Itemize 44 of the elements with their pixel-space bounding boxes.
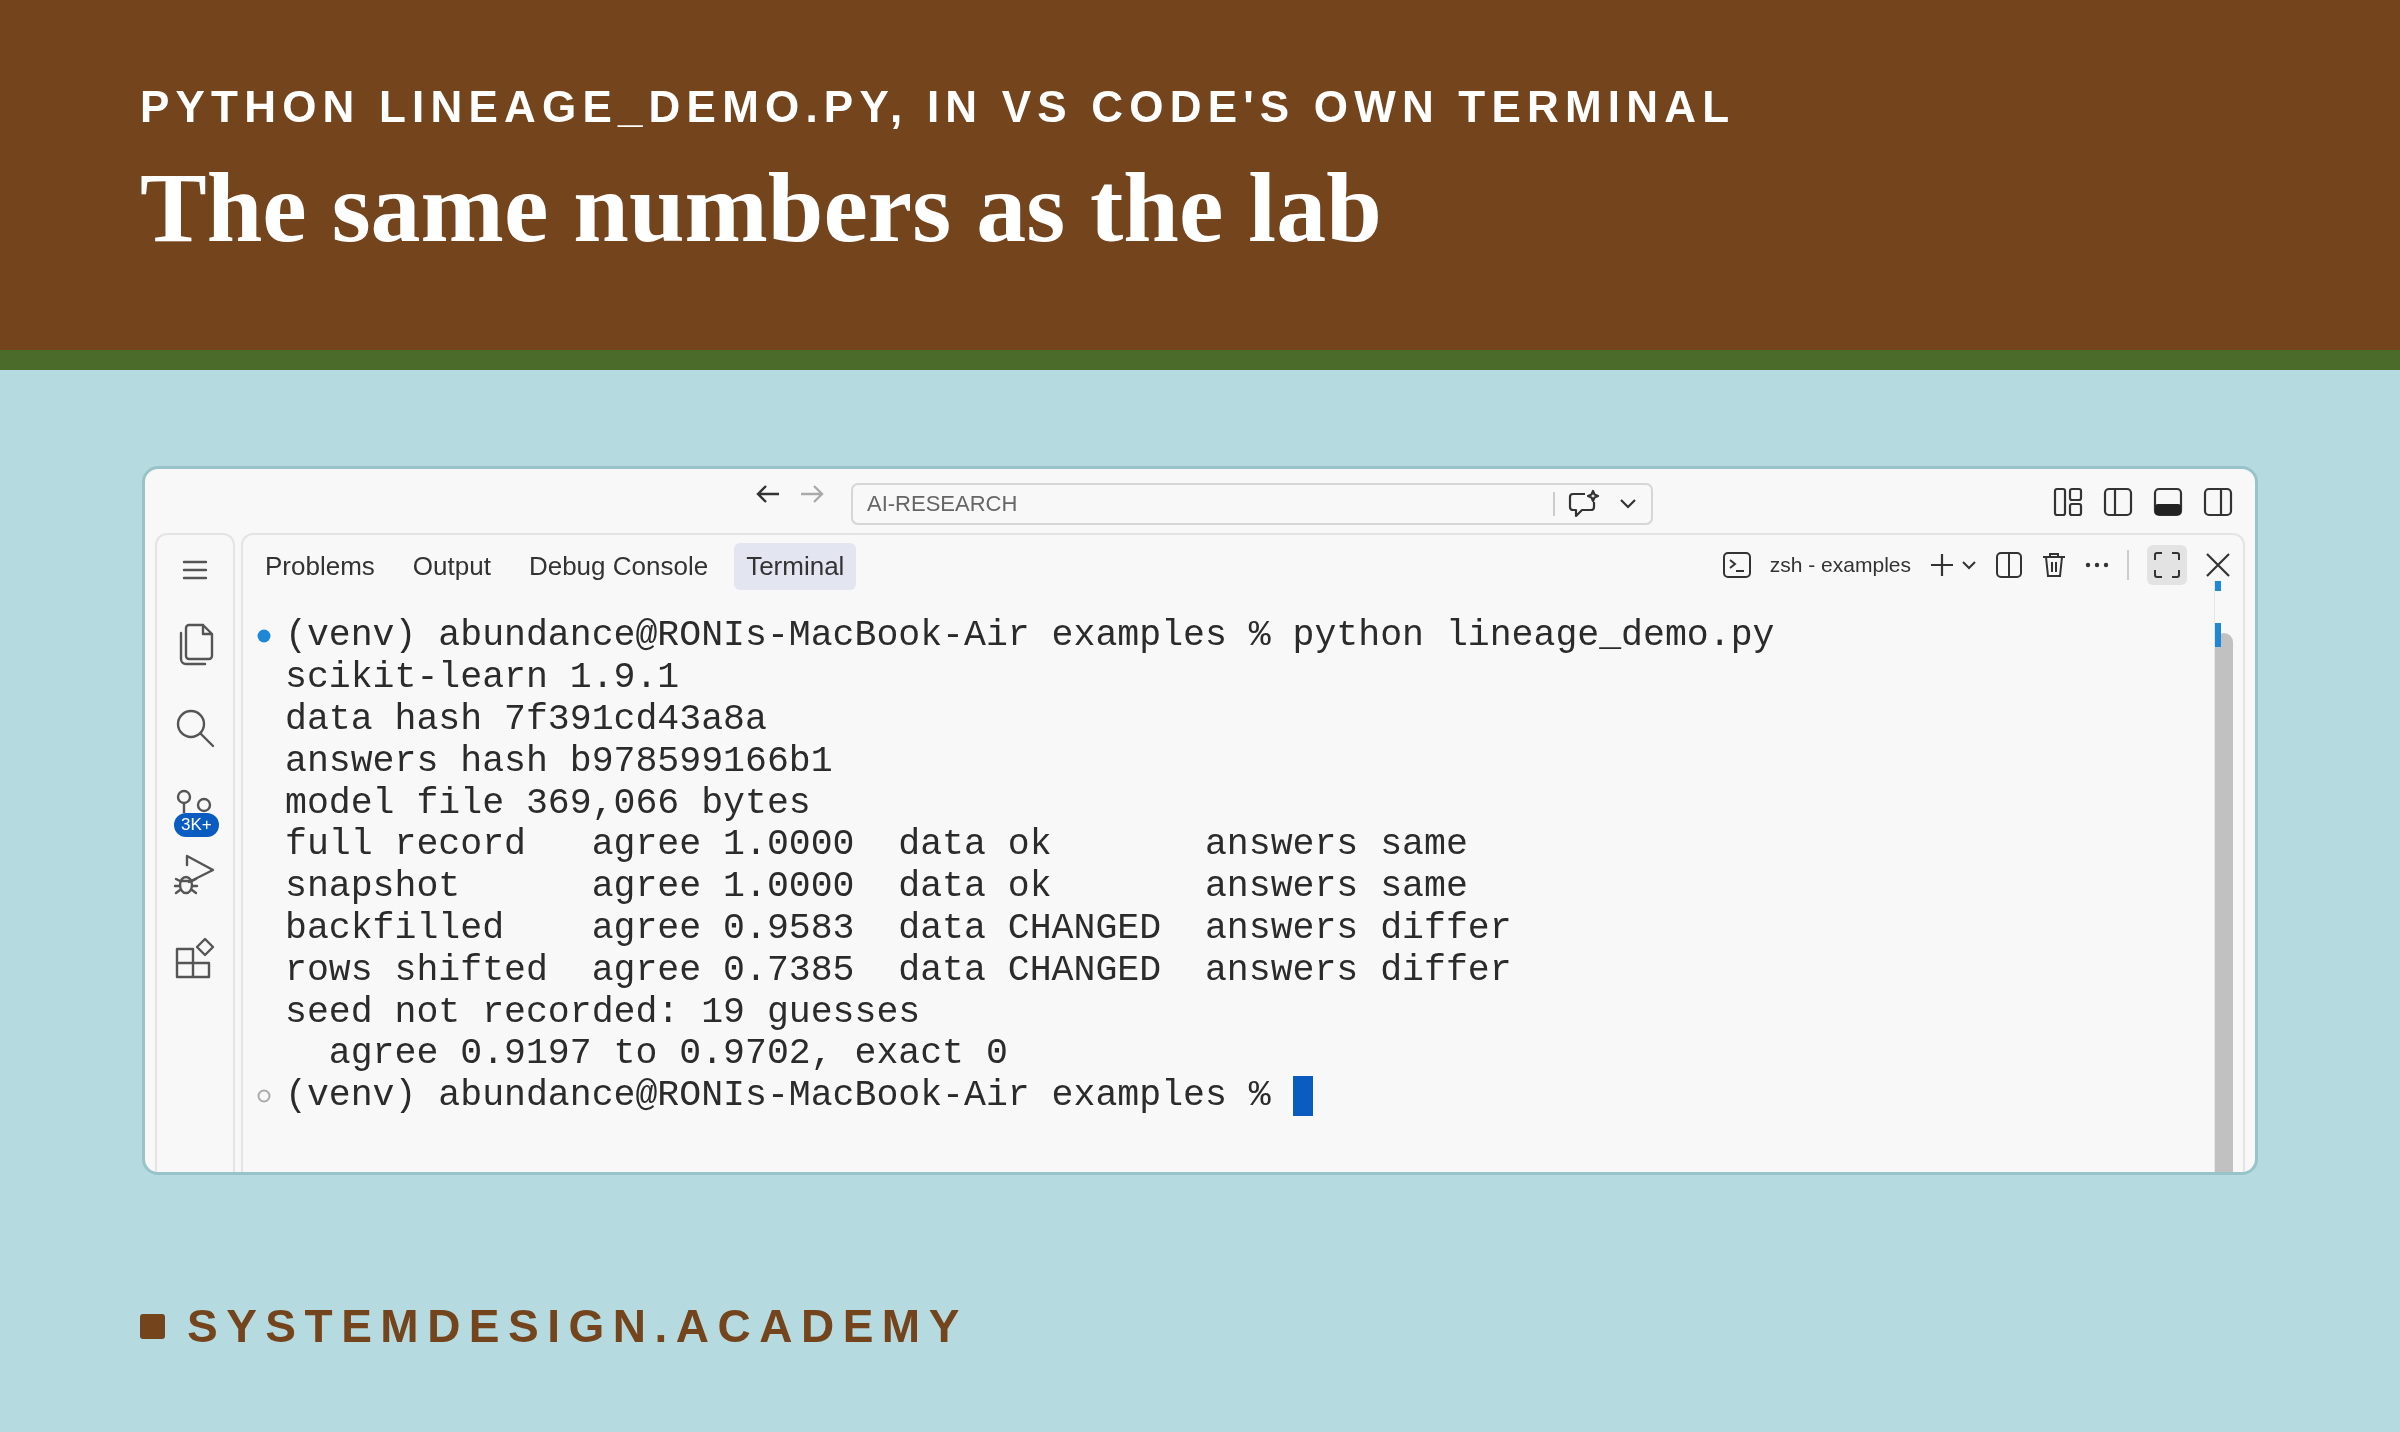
maximize-button[interactable] [2147, 545, 2187, 585]
search-icon[interactable] [174, 707, 216, 749]
split-icon[interactable] [1995, 551, 2023, 579]
page-title: The same numbers as the lab [140, 151, 1382, 265]
plus-icon[interactable] [1929, 552, 1955, 578]
terminal-line: snapshot agree 1.0000 data ok answers same [285, 866, 1468, 908]
trash-icon[interactable] [2041, 551, 2067, 579]
brand-mark-icon [140, 1313, 165, 1339]
terminal-name[interactable]: zsh - examples [1769, 553, 1911, 577]
count-badge: 3K+ [174, 813, 219, 837]
terminal-icon[interactable] [1721, 551, 1752, 579]
kicker-text: PYTHON LINEAGE_DEMO.PY, IN VS CODE'S OWN TERMINAL [140, 82, 1736, 132]
terminal-line: rows shifted agree 0.7385 data CHANGED answers differ [285, 949, 1512, 991]
run-debug-icon[interactable] [173, 853, 217, 897]
terminal-line: seed not recorded: 19 guesses [285, 991, 921, 1033]
back-arrow-icon[interactable] [755, 483, 781, 505]
scrollbar[interactable] [2214, 581, 2233, 1172]
terminal-line: (venv) abundance@RONIs-MacBook-Air examples % python lineage_demo.py [285, 615, 1775, 657]
more-icon[interactable] [2085, 562, 2109, 568]
terminal-line: data hash 7f391cd43a8a [285, 699, 767, 740]
terminal-line: model file 369,066 bytes [285, 782, 811, 824]
terminal-line: full record agree 1.0000 data ok answers same [285, 824, 1468, 866]
command-status-icon[interactable] [257, 628, 271, 643]
panel-tab[interactable]: Problems [253, 542, 387, 590]
terminal-line: backfilled agree 0.9583 data CHANGED answers differ [285, 907, 1512, 949]
chevron-down-icon[interactable] [1961, 560, 1977, 570]
left-sidebar-icon[interactable] [2103, 487, 2133, 517]
terminal-line: answers hash b978599166b1 [285, 740, 833, 782]
chat-sparkle-icon[interactable] [1567, 489, 1601, 519]
brand-name: SYSTEMDESIGN.ACADEMY [187, 1299, 968, 1353]
panel-tab[interactable]: Terminal [734, 542, 857, 590]
layout-icon[interactable] [2053, 487, 2083, 517]
panel-tab[interactable]: Output [400, 542, 503, 590]
terminal-line: agree 0.9197 to 0.9702, exact 0 [327, 1033, 1008, 1075]
right-sidebar-icon[interactable] [2203, 487, 2233, 517]
close-icon[interactable] [2205, 552, 2231, 578]
bottom-panel-icon[interactable] [2153, 487, 2183, 517]
menu-icon[interactable] [181, 559, 209, 581]
extensions-icon[interactable] [173, 937, 217, 981]
command-center-field[interactable]: AI-RESEARCH [851, 483, 1653, 525]
chevron-down-icon[interactable] [1619, 498, 1637, 510]
panel-tab[interactable]: Debug Console [516, 542, 721, 590]
terminal-line: (venv) abundance@RONIs-MacBook-Air examples % [285, 1075, 1272, 1117]
terminal-line: scikit-learn 1.9.1 [285, 657, 680, 699]
